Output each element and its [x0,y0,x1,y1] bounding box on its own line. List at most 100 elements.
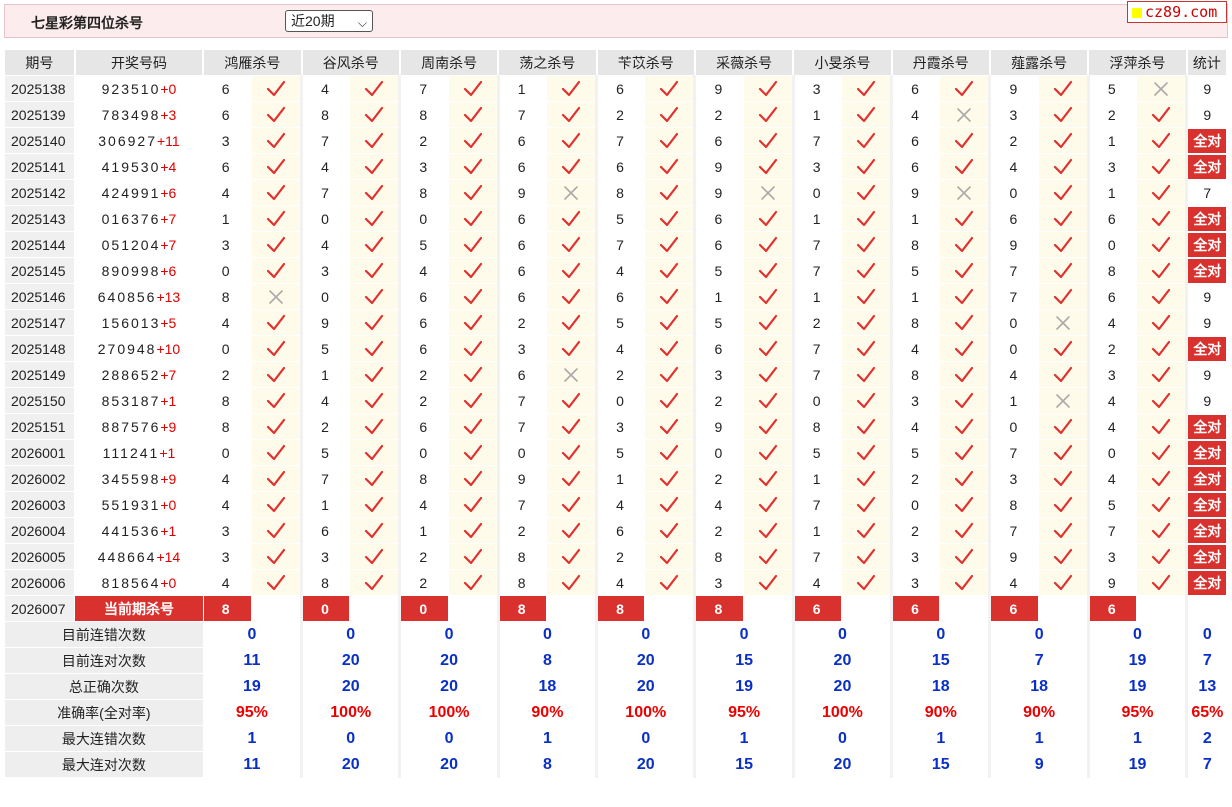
kill-number-cell: 1 [301,491,351,518]
result-cell [250,387,304,414]
kill-number-cell: 7 [792,335,842,362]
summary-value: 90% [989,699,1090,726]
all-right-badge: 全对 [1188,206,1226,231]
result-cell [644,491,697,518]
kill-number-cell: 0 [1087,231,1137,258]
current-period-row: 2026007 当前期杀号 8 0 0 8 8 8 6 6 6 6 [3,595,1228,622]
result-cell [545,309,599,336]
kill-number-cell: 9 [891,179,941,206]
table-row: 2025145 890998+6 0 3 4 6 4 5 7 5 7 8 全对 [3,257,1228,284]
result-cell [644,361,697,388]
kill-number-cell: 5 [694,257,744,284]
check-icon [1151,443,1171,460]
issue-cell: 2025149 [3,361,76,388]
kill-number-cell: 8 [596,179,646,206]
top-bar: 七星彩第四位杀号 近20期 ⌵ cz89.com [4,1,1228,38]
draw-numbers-cell: 783498+3 [74,101,204,128]
result-cell [1037,231,1090,258]
draw-numbers-cell: 424991+6 [74,179,204,206]
summary-value: 20 [301,647,402,674]
kill-number-cell: 4 [301,387,351,414]
summary-row: 最大连对次数 11 20 20 8 20 15 20 15 9 19 7 [4,751,1228,778]
check-icon [266,443,286,460]
blank-cell [447,595,500,622]
summary-value: 15 [694,751,795,778]
result-cell [1037,413,1090,440]
all-right-badge: 全对 [1188,570,1226,595]
summary-value: 0 [792,621,894,648]
check-icon [463,573,483,590]
draw-numbers-cell: 853187+1 [74,387,204,414]
result-cell [644,257,697,284]
kill-number-cell: 1 [1087,179,1137,206]
kill-number-cell: 0 [1087,439,1137,466]
check-icon [856,261,876,278]
draw-extra: +0 [160,574,177,591]
result-cell [545,153,599,180]
col-expert-8: 丹霞杀号 [891,49,991,76]
check-icon [364,417,384,434]
result-cell [939,179,992,206]
check-icon [659,339,679,356]
summary-stat: 7 [1186,647,1228,674]
result-cell [447,101,500,128]
stat-cell: 全对 [1186,465,1228,492]
kill-number-cell: 6 [497,153,547,180]
draw-numbers: 156013 [101,314,161,331]
kill-number-cell: 3 [301,257,351,284]
result-cell [250,283,304,310]
result-cell [545,465,599,492]
kill-number-cell: 3 [202,127,252,154]
draw-numbers: 306927 [98,132,157,149]
result-cell [742,517,795,544]
col-expert-1: 鸿雁杀号 [202,49,303,76]
period-select[interactable]: 近20期 ⌵ [285,10,373,32]
brand-logo[interactable]: cz89.com [1127,1,1227,23]
result-cell [742,179,795,206]
result-cell [1037,153,1090,180]
check-icon [463,417,483,434]
kill-number-cell: 1 [694,283,744,310]
result-cell [447,465,500,492]
check-icon [561,131,581,148]
kill-number-cell: 2 [596,543,646,570]
check-icon [561,521,581,538]
result-cell [939,335,992,362]
summary-label: 最大连对次数 [4,751,204,778]
kill-number-cell: 0 [202,439,252,466]
result-cell [1037,543,1090,570]
result-cell [545,231,599,258]
check-icon [856,157,876,174]
current-kill-number: 0 [399,595,449,622]
kill-number-cell: 8 [301,569,351,596]
kill-number-cell: 1 [792,517,842,544]
kill-number-cell: 2 [497,517,547,544]
check-icon [1053,105,1073,122]
kill-number-cell: 8 [497,569,547,596]
result-cell [644,75,697,102]
kill-number-cell: 7 [792,543,842,570]
check-icon [561,339,581,356]
summary-value: 20 [596,751,697,778]
result-cell [349,127,402,154]
check-icon [758,235,778,252]
result-cell [349,205,402,232]
current-kill-number: 0 [301,595,351,622]
result-cell [939,517,992,544]
result-cell [840,309,894,336]
issue-cell: 2025142 [3,179,76,206]
kill-number-cell: 7 [792,127,842,154]
draw-extra: +10 [156,340,181,357]
draw-numbers: 783498 [101,106,161,123]
table-row: 2025148 270948+10 0 5 6 3 4 6 7 4 0 2 全对 [3,335,1228,362]
draw-numbers: 818564 [101,574,161,591]
kill-number-cell: 2 [1087,101,1137,128]
kill-number-cell: 6 [989,205,1039,232]
kill-number-cell: 9 [989,75,1039,102]
check-icon [659,521,679,538]
check-icon [954,157,974,174]
kill-number-cell: 9 [989,231,1039,258]
summary-value: 0 [497,621,599,648]
summary-value: 19 [1087,751,1189,778]
kill-number-cell: 1 [792,465,842,492]
